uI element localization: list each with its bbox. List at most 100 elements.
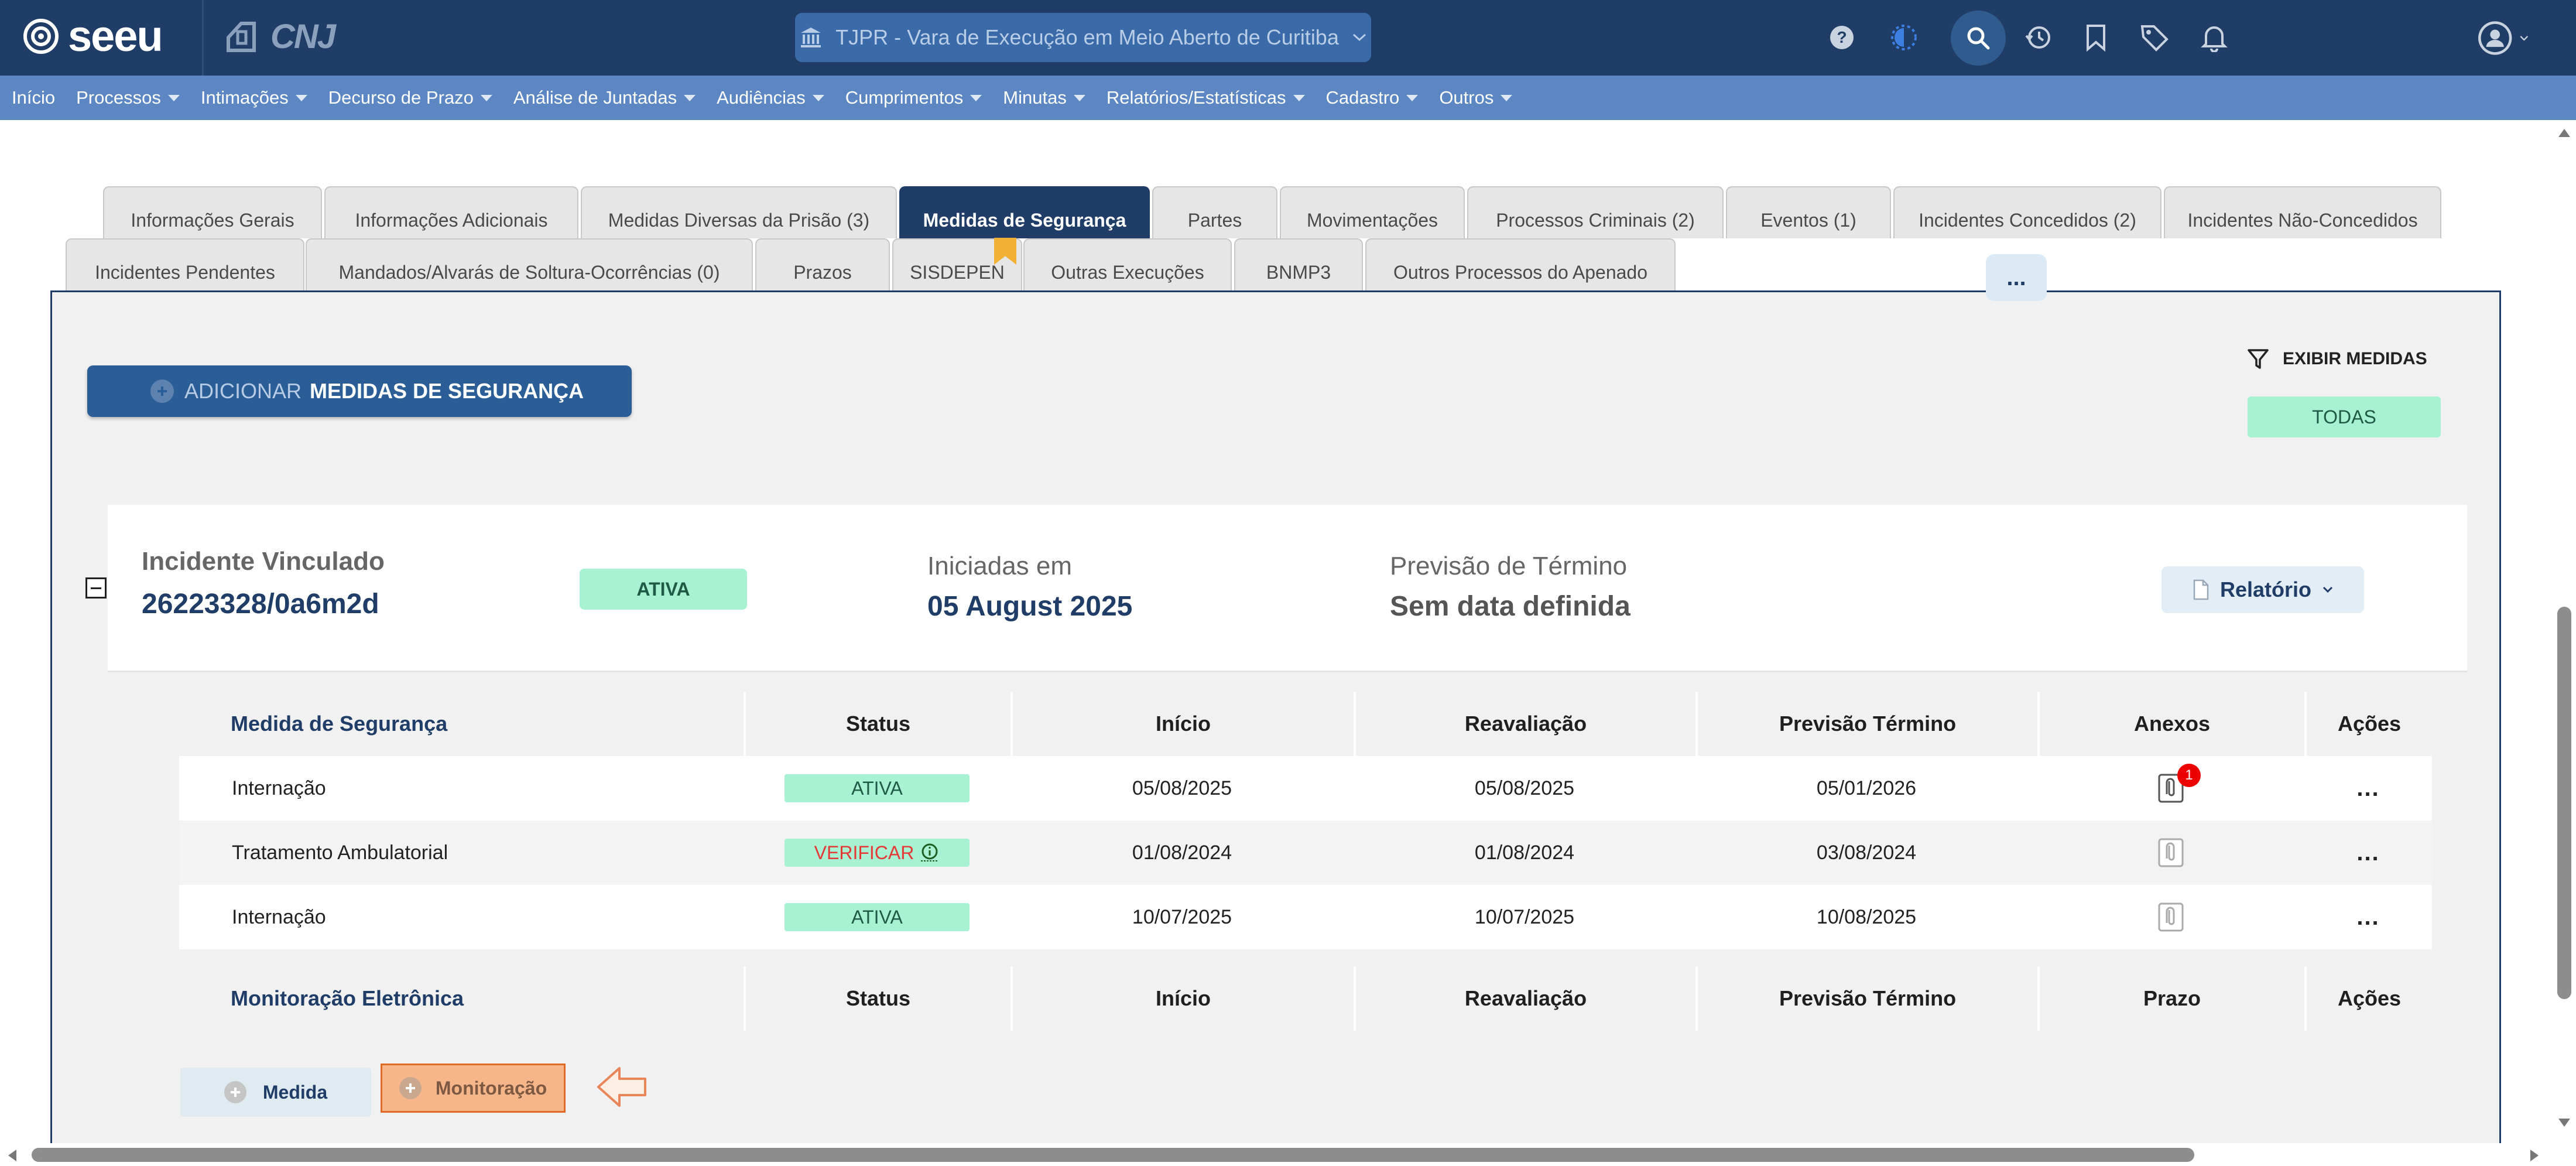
medida-cell: Tratamento Ambulatorial (232, 841, 448, 864)
incident-number[interactable]: 26223328/0a6m2d (142, 588, 379, 620)
history-icon[interactable] (2021, 20, 2056, 55)
col-reavaliacao: Reavaliação (1354, 966, 1695, 1031)
medida-cell: Internação (232, 777, 326, 799)
scroll-down-arrow-icon[interactable] (2557, 1117, 2571, 1129)
tab-outras-execucoes[interactable]: Outras Execuções (1023, 238, 1232, 290)
col-reavaliacao: Reavaliação (1354, 692, 1695, 756)
forecast-value: Sem data definida (1390, 591, 1630, 622)
menu-label: Outros (1439, 87, 1494, 108)
status-badge: VERIFICAR (785, 839, 970, 867)
menu-analise-de-juntadas[interactable]: Análise de Juntadas (513, 87, 696, 108)
scroll-up-arrow-icon[interactable] (2557, 126, 2571, 138)
tab-incidentes-pendentes[interactable]: Incidentes Pendentes (66, 238, 304, 290)
tab-eventos[interactable]: Eventos (1) (1726, 186, 1891, 238)
tab-medidas-de-seguranca[interactable]: Medidas de Segurança (899, 186, 1150, 238)
scroll-right-arrow-icon[interactable] (2529, 1148, 2541, 1162)
add-medidas-button[interactable]: ADICIONAR MEDIDAS DE SEGURANÇA (87, 365, 632, 417)
row-actions-button[interactable]: ... (2356, 777, 2379, 800)
col-acoes: Ações (2304, 966, 2432, 1031)
menu-intimacoes[interactable]: Intimações (201, 87, 307, 108)
acoes-cell: ... (2304, 756, 2432, 820)
tag-icon[interactable] (2137, 20, 2172, 55)
collapse-toggle-icon[interactable] (85, 577, 107, 599)
filter-icon (2248, 349, 2269, 369)
caret-down-icon (1501, 94, 1513, 101)
menu-label: Processos (76, 87, 161, 108)
tab-processos-criminais[interactable]: Processos Criminais (2) (1467, 186, 1724, 238)
monitoracao-label: Monitoração (435, 1077, 547, 1099)
incident-more-button[interactable]: ... (1986, 254, 2047, 301)
filter-label: EXIBIR MEDIDAS (2283, 349, 2427, 368)
tab-mandados-alvaras[interactable]: Mandados/Alvarás de Soltura-Ocorrências … (306, 238, 753, 290)
row-actions-button[interactable]: ... (2356, 841, 2379, 864)
tab-movimentacoes[interactable]: Movimentações (1280, 186, 1465, 238)
pointer-arrow-icon (597, 1067, 646, 1107)
tab-informacoes-adicionais[interactable]: Informações Adicionais (324, 186, 578, 238)
caret-down-icon (1293, 94, 1305, 101)
header-divider (202, 0, 204, 76)
menu-decurso-de-prazo[interactable]: Decurso de Prazo (328, 87, 492, 108)
started-value: 05 August 2025 (927, 591, 1133, 622)
menu-cadastro[interactable]: Cadastro (1326, 87, 1419, 108)
acoes-cell: ... (2304, 820, 2432, 885)
bookmark-icon[interactable] (2078, 20, 2113, 55)
attachment-button[interactable] (2157, 837, 2184, 868)
tab-bnmp3[interactable]: BNMP3 (1234, 238, 1363, 290)
scroll-left-arrow-icon[interactable] (6, 1148, 18, 1162)
anexos-cell (2037, 885, 2304, 949)
status-text: VERIFICAR (814, 842, 914, 863)
forecast-label: Previsão de Término (1390, 552, 1628, 580)
tab-outros-processos[interactable]: Outros Processos do Apenado (1365, 238, 1676, 290)
user-avatar-icon (2478, 21, 2512, 55)
relatorio-button[interactable]: Relatório (2161, 566, 2364, 613)
info-icon[interactable] (920, 843, 940, 863)
menu-label: Intimações (200, 87, 289, 108)
caret-down-icon (1406, 94, 1419, 101)
tab-medidas-diversas[interactable]: Medidas Diversas da Prisão (3) (581, 186, 897, 238)
menu-inicio[interactable]: Início (12, 87, 55, 108)
inicio-cell: 10/07/2025 (1132, 905, 1232, 928)
filter-toggle[interactable]: EXIBIR MEDIDAS (2246, 347, 2427, 371)
menu-minutas[interactable]: Minutas (1003, 87, 1085, 108)
row-actions-button[interactable]: ... (2356, 905, 2379, 929)
menu-label: Relatórios/Estatísticas (1106, 87, 1286, 108)
medida-cell: Internação (232, 905, 326, 928)
add-medida-button[interactable]: Medida (180, 1068, 371, 1117)
add-monitoracao-button[interactable]: Monitoração (381, 1064, 566, 1113)
menu-processos[interactable]: Processos (76, 87, 180, 108)
bell-icon[interactable] (2197, 20, 2232, 55)
tab-incidentes-concedidos[interactable]: Incidentes Concedidos (2) (1893, 186, 2161, 238)
attachment-button[interactable]: 1 (2157, 764, 2201, 803)
status-cell: ATIVA (744, 885, 1010, 949)
acoes-cell: ... (2304, 885, 2432, 949)
help-icon[interactable]: ? (1824, 20, 1859, 55)
menu-outros[interactable]: Outros (1439, 87, 1513, 108)
document-icon (2193, 579, 2209, 600)
col-monitoracao: Monitoração Eletrônica (231, 986, 464, 1010)
previsao-cell: 03/08/2024 (1816, 841, 1917, 864)
medida-label: Medida (262, 1081, 328, 1103)
menu-audiencias[interactable]: Audiências (717, 87, 824, 108)
attachment-button[interactable] (2157, 902, 2184, 932)
filter-value-todas[interactable]: TODAS (2248, 396, 2441, 437)
paperclip-document-icon (2158, 902, 2184, 932)
tab-informacoes-gerais[interactable]: Informações Gerais (103, 186, 322, 238)
svg-text:?: ? (1837, 28, 1847, 46)
vertical-scrollbar-thumb[interactable] (2557, 607, 2571, 999)
court-selector[interactable]: TJPR - Vara de Execução em Meio Aberto d… (795, 13, 1371, 62)
menu-cumprimentos[interactable]: Cumprimentos (845, 87, 982, 108)
search-button[interactable] (1951, 11, 2006, 66)
tab-incidentes-nao-concedidos[interactable]: Incidentes Não-Concedidos (2164, 186, 2441, 238)
menu-label: Minutas (1003, 87, 1067, 108)
horizontal-scrollbar-thumb[interactable] (32, 1148, 2194, 1162)
user-avatar-button[interactable] (2476, 12, 2529, 64)
add-prefix: ADICIONAR (184, 379, 302, 403)
col-inicio: Início (1010, 966, 1354, 1031)
medida-table-header: Medida de Segurança Status Início Reaval… (179, 692, 2432, 756)
theme-toggle-icon[interactable] (1886, 20, 1921, 55)
seeu-logo[interactable]: seeu (22, 13, 163, 60)
tab-partes[interactable]: Partes (1152, 186, 1277, 238)
menu-relatorios[interactable]: Relatórios/Estatísticas (1107, 87, 1305, 108)
menu-label: Audiências (717, 87, 806, 108)
tab-prazos[interactable]: Prazos (755, 238, 890, 290)
